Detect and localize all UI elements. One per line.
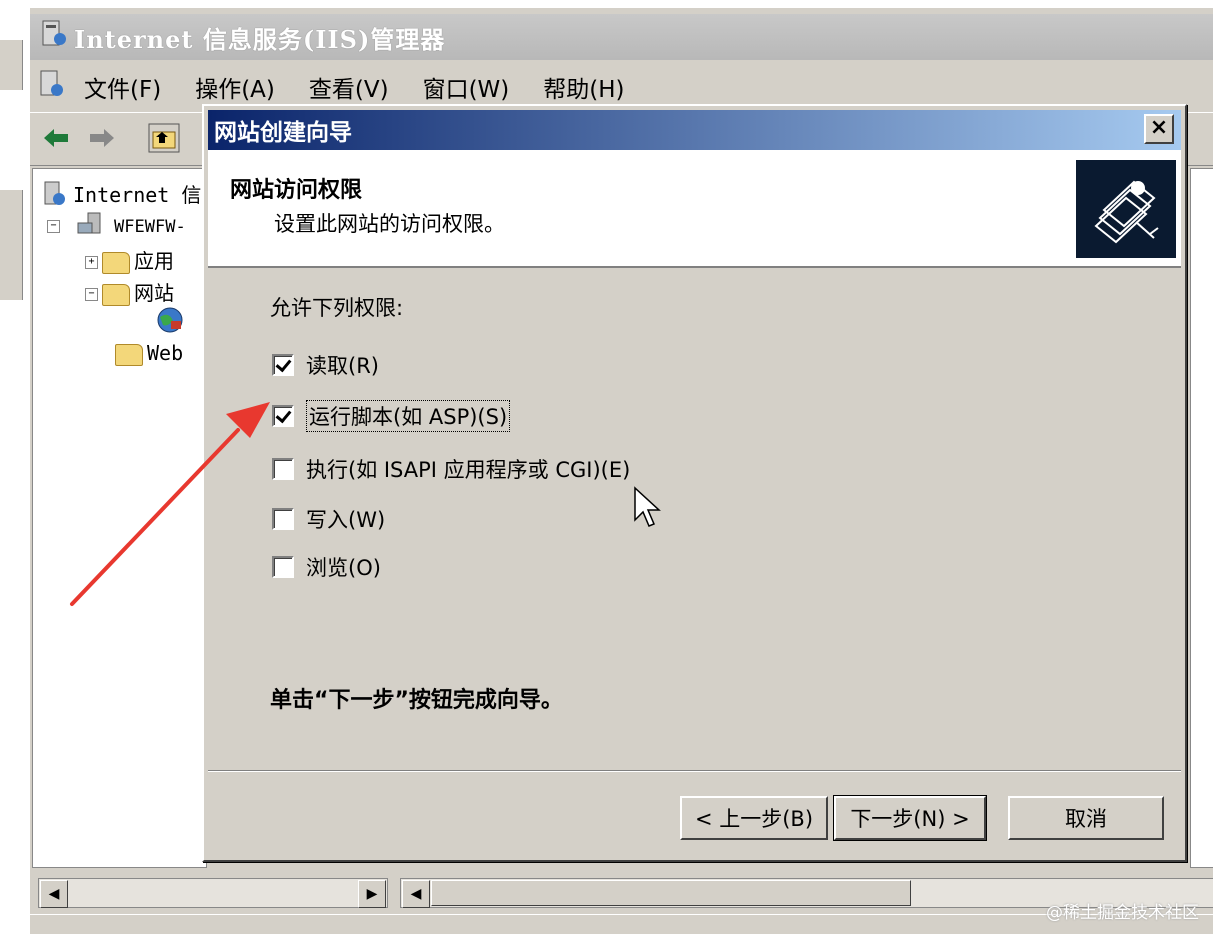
folder-icon [115,343,143,366]
execute-checkbox[interactable] [272,458,294,480]
menu-action[interactable]: 操作(A) [195,70,275,104]
background-window-strip [0,0,30,926]
tree-web-ext-label: Web [147,341,184,365]
permissions-label: 允许下列权限: [270,296,404,320]
wizard-page-title: 网站访问权限 [230,178,363,203]
read-checkbox[interactable] [272,354,294,376]
permission-label: 运行脚本(如 ASP)(S) [306,400,511,432]
details-pane [1190,168,1213,868]
menu-file[interactable]: 文件(F) [84,70,161,104]
iis-app-icon[interactable] [38,69,64,105]
tree-node-web-ext[interactable]: Web [115,341,183,366]
back-button[interactable]: < 上一步(B) [680,796,828,840]
back-arrow-icon[interactable] [42,125,70,157]
folder-icon [102,251,130,274]
cancel-button[interactable]: 取消 [1008,796,1164,840]
collapse-icon[interactable]: − [85,288,98,301]
finish-instruction: 单击“下一步”按钮完成向导。 [270,688,563,713]
folder-open-icon [102,283,130,306]
browse-checkbox[interactable] [272,556,294,578]
scroll-left-icon[interactable]: ◀ [402,880,430,908]
permission-execute-row[interactable]: 执行(如 ISAPI 应用程序或 CGI)(E) [272,454,630,484]
tree-websites-label: 网站 [134,281,174,305]
scroll-left-icon[interactable]: ◀ [40,880,68,908]
scroll-right-icon[interactable]: ▶ [358,880,386,908]
website-creation-wizard-dialog: 网站创建向导 × 网站访问权限 设置此网站的访问权限。 允许下列权限: 读取(R… [202,104,1187,862]
permission-script-row[interactable]: 运行脚本(如 ASP)(S) [272,400,511,432]
wizard-page-subtitle: 设置此网站的访问权限。 [274,212,505,236]
tree-server-label: WFEWFW- [114,217,186,237]
close-button[interactable]: × [1144,114,1174,144]
tree-horizontal-scrollbar[interactable]: ◀ ▶ [38,878,388,908]
menu-view[interactable]: 查看(V) [309,70,389,104]
dialog-titlebar: 网站创建向导 [208,110,1181,150]
menu-window[interactable]: 窗口(W) [423,70,510,104]
up-folder-icon[interactable] [148,123,180,159]
background-window-edge [0,40,23,90]
wizard-books-icon [1076,160,1176,258]
tree-app-pools-label: 应用 [134,249,174,273]
status-bar [30,914,1213,934]
tree-pane: Internet 信 − WFEWFW- + 应用 − 网站 Web [32,168,207,868]
run-scripts-checkbox[interactable] [272,405,294,427]
expand-icon[interactable]: + [85,256,98,269]
permission-read-row[interactable]: 读取(R) [272,350,379,380]
permission-label: 浏览(O) [306,556,381,580]
iis-root-icon [39,180,69,213]
tree-node-app-pools[interactable]: + 应用 [85,245,174,274]
collapse-icon[interactable]: − [47,220,60,233]
tree-node-server[interactable]: − WFEWFW- [47,211,186,242]
server-icon [76,211,110,242]
globe-icon [155,305,185,340]
divider [208,770,1181,772]
wizard-header: 网站访问权限 设置此网站的访问权限。 [208,150,1181,268]
window-title: Internet 信息服务(IIS)管理器 [74,24,446,54]
background-window-edge [0,190,23,300]
next-button[interactable]: 下一步(N) > [833,795,987,841]
tree-node-root[interactable]: Internet 信 [39,179,201,213]
menu-help[interactable]: 帮助(H) [543,70,624,104]
tree-node-websites[interactable]: − 网站 [85,277,174,306]
permission-label: 写入(W) [306,508,386,532]
scroll-thumb[interactable] [431,880,911,906]
forward-arrow-icon[interactable] [88,125,116,157]
tree-root-label: Internet 信 [73,183,202,207]
dialog-title: 网站创建向导 [214,120,352,146]
watermark: @稀土掘金技术社区 [1046,903,1199,923]
permission-browse-row[interactable]: 浏览(O) [272,552,381,582]
permission-write-row[interactable]: 写入(W) [272,504,385,534]
mouse-cursor-icon [634,486,661,527]
permission-label: 读取(R) [306,354,379,378]
iis-server-icon [40,19,66,55]
window-titlebar: Internet 信息服务(IIS)管理器 [30,14,1213,60]
permission-label: 执行(如 ISAPI 应用程序或 CGI)(E) [306,458,631,482]
write-checkbox[interactable] [272,508,294,530]
tree-node-default-site[interactable] [155,305,185,340]
